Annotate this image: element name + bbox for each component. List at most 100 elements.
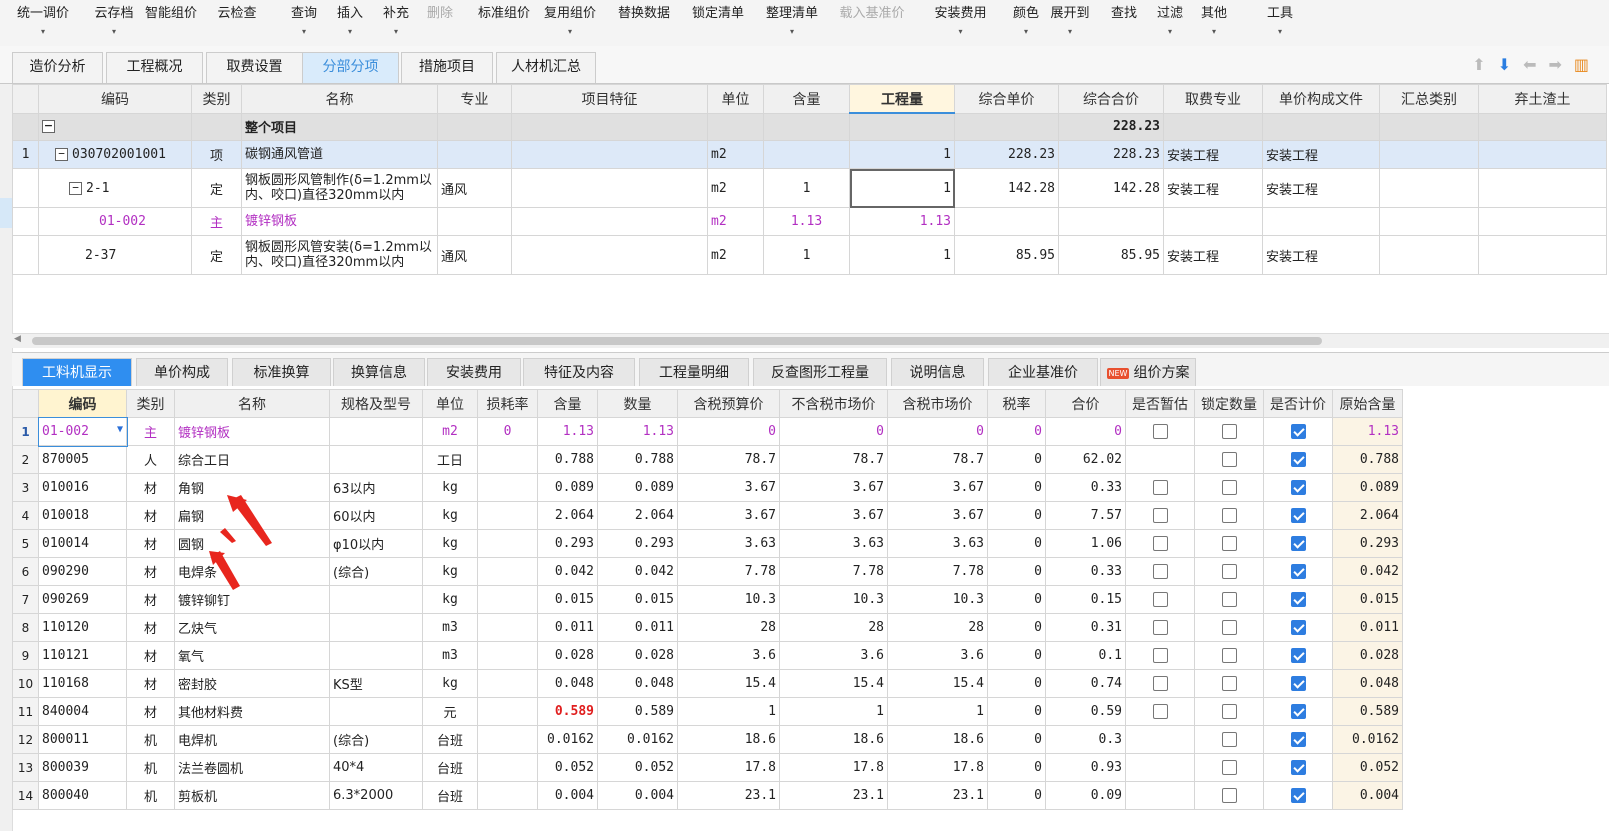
toolbar-button[interactable]: 统一调价 ▾: [8, 2, 78, 42]
checkbox[interactable]: [1152, 592, 1168, 607]
detail-tab[interactable]: NEW 组价方案: [1100, 358, 1196, 386]
code-cell[interactable]: 110121: [38, 641, 127, 670]
dropdown-arrow-icon[interactable]: ▾: [928, 27, 993, 37]
code-cell[interactable]: 01-002: [38, 207, 192, 236]
scroll-left-icon[interactable]: ◀: [14, 334, 21, 344]
content-cell[interactable]: 0.589: [537, 697, 598, 726]
detail-tab[interactable]: 工料机显示: [22, 358, 132, 386]
toolbar-button[interactable]: 复用组价 ▾: [540, 2, 600, 42]
detail-tab[interactable]: 企业基准价: [988, 358, 1098, 386]
quantity-cell[interactable]: 1: [849, 235, 955, 275]
detail-tab[interactable]: 安装费用: [427, 358, 521, 386]
arrow-down-icon[interactable]: ⬇: [1498, 55, 1511, 74]
column-header[interactable]: 编码: [38, 389, 127, 418]
checkbox[interactable]: [1221, 424, 1237, 439]
column-header[interactable]: 损耗率: [477, 389, 538, 418]
expander-cell[interactable]: −: [38, 112, 192, 141]
name-cell[interactable]: 扁钢: [174, 501, 330, 530]
name-cell[interactable]: 镀锌铆钉: [174, 585, 330, 614]
toolbar-button[interactable]: 过滤 ▾: [1150, 2, 1190, 42]
table-row[interactable]: 8 110120 材乙炔气 m3 0.011 0.011 28 28 28 0 0.31 0.011: [12, 613, 1403, 642]
checkbox[interactable]: [1221, 760, 1237, 775]
code-cell[interactable]: 010018: [38, 501, 127, 530]
table-row[interactable]: 2-37 定钢板圆形风管安装(δ=1.2mm以内、咬口)直径320mm以内 通风 m2…: [12, 235, 1607, 275]
code-cell[interactable]: 2-37: [38, 235, 192, 275]
code-cell[interactable]: −2-1: [38, 168, 192, 208]
checkbox[interactable]: [1221, 564, 1237, 579]
collapse-icon[interactable]: −: [42, 120, 55, 134]
toolbar-button[interactable]: 删除: [420, 2, 460, 42]
detail-tab[interactable]: 工程量明细: [639, 358, 749, 386]
table-row[interactable]: 2 870005 人综合工日 工日 0.788 0.788 78.7 78.7 78.7 0 62.…: [12, 445, 1403, 474]
detail-tab[interactable]: 特征及内容: [523, 358, 635, 386]
toolbar-button[interactable]: 锁定清单: [688, 2, 748, 42]
content-cell[interactable]: 0.0162: [537, 725, 598, 754]
checkbox-checked[interactable]: [1290, 452, 1306, 467]
checkbox-checked[interactable]: [1290, 732, 1306, 747]
checkbox-checked[interactable]: [1290, 676, 1306, 691]
checkbox-checked[interactable]: [1290, 508, 1306, 523]
detail-tab[interactable]: 标准换算: [232, 358, 331, 386]
checkbox-checked[interactable]: [1290, 536, 1306, 551]
toolbar-button[interactable]: 展开到 ▾: [1044, 2, 1096, 42]
checkbox-checked[interactable]: [1290, 704, 1306, 719]
column-header[interactable]: 含量: [537, 389, 598, 418]
column-header[interactable]: 不含税市场价: [779, 389, 888, 418]
toolbar-button[interactable]: 云存档 ▾: [88, 2, 140, 42]
table-row[interactable]: 14 800040 机剪板机 6.3*2000 台班 0.004 0.004 23.1 23.1…: [12, 781, 1403, 810]
checkbox[interactable]: [1152, 480, 1168, 495]
table-row[interactable]: 11 840004 材其他材料费元 0.589 0.589 1 1 1 0 0.59 0.589: [12, 697, 1403, 726]
code-cell[interactable]: 800011: [38, 725, 127, 754]
code-cell[interactable]: −030702001001: [38, 140, 192, 169]
detail-tab[interactable]: 反查图形工程量: [753, 358, 887, 386]
dropdown-arrow-icon[interactable]: ▾: [1150, 27, 1190, 37]
column-header[interactable]: 含税市场价: [887, 389, 988, 418]
main-tab[interactable]: 取费设置: [206, 52, 303, 83]
checkbox[interactable]: [1221, 704, 1237, 719]
name-cell[interactable]: 电焊机: [174, 725, 330, 754]
detail-tab[interactable]: 说明信息: [891, 358, 984, 386]
toolbar-button[interactable]: 安装费用 ▾: [928, 2, 993, 42]
checkbox[interactable]: [1152, 536, 1168, 551]
content-cell[interactable]: 0.052: [537, 753, 598, 782]
table-row[interactable]: 1 01-002 ▼ 主镀锌钢板 m2 0 1.13 1.13 0 0 0 0 0 1.13: [12, 416, 1403, 447]
table-row[interactable]: 3 010016 材角钢 63以内 kg 0.089 0.089 3.67 3.67 3.67 0 0…: [12, 473, 1403, 502]
table-row[interactable]: 10 110168 材密封胶 KS型 kg 0.048 0.048 15.4 15.4 15.4 0…: [12, 669, 1403, 698]
table-row[interactable]: 4 010018 材扁钢 60以内 kg 2.064 2.064 3.67 3.67 3.67 0 7…: [12, 501, 1403, 530]
column-header[interactable]: 工程量: [849, 84, 955, 114]
checkbox[interactable]: [1221, 648, 1237, 663]
code-cell[interactable]: 010014: [38, 529, 127, 558]
main-tab[interactable]: 造价分析: [12, 52, 103, 83]
name-cell[interactable]: 钢板圆形风管制作(δ=1.2mm以内、咬口)直径320mm以内: [241, 168, 438, 208]
dropdown-arrow-icon[interactable]: ▾: [1194, 27, 1234, 37]
toolbar-button[interactable]: 载入基准价: [832, 2, 912, 42]
checkbox[interactable]: [1221, 536, 1237, 551]
scrollbar-thumb[interactable]: [32, 337, 1322, 345]
column-header[interactable]: 是否计价: [1263, 389, 1333, 418]
checkbox-checked[interactable]: [1290, 788, 1306, 803]
content-cell[interactable]: 1.13: [537, 417, 598, 446]
dropdown-arrow-icon[interactable]: ▾: [376, 27, 416, 37]
name-cell[interactable]: 综合工日: [174, 445, 330, 474]
name-cell[interactable]: 角钢: [174, 473, 330, 502]
table-row[interactable]: −2-1 定钢板圆形风管制作(δ=1.2mm以内、咬口)直径320mm以内 通风 m2…: [12, 168, 1607, 208]
quantity-cell[interactable]: 1: [849, 140, 955, 169]
content-cell[interactable]: 2.064: [537, 501, 598, 530]
toolbar-button[interactable]: 查询 ▾: [284, 2, 324, 42]
table-row[interactable]: 5 010014 材圆钢 φ10以内 kg 0.293 0.293 3.63 3.63 3.63 0…: [12, 529, 1403, 558]
table-row[interactable]: 01-002 主镀锌钢板 m2 1.13 1.13: [12, 207, 1607, 236]
name-cell[interactable]: 钢板圆形风管安装(δ=1.2mm以内、咬口)直径320mm以内: [241, 235, 438, 275]
detail-tab[interactable]: 换算信息: [333, 358, 425, 386]
dropdown-arrow-icon[interactable]: ▾: [762, 27, 822, 37]
code-cell[interactable]: 090290: [38, 557, 127, 586]
column-header[interactable]: 类别: [126, 389, 175, 418]
code-cell[interactable]: 800039: [38, 753, 127, 782]
dropdown-arrow-icon[interactable]: ▾: [8, 27, 78, 37]
checkbox-checked[interactable]: [1290, 760, 1306, 775]
checkbox-checked[interactable]: [1290, 424, 1306, 439]
toolbar-button[interactable]: 工具 ▾: [1260, 2, 1300, 42]
quantity-cell[interactable]: 1: [849, 168, 955, 208]
checkbox[interactable]: [1152, 564, 1168, 579]
column-header[interactable]: 原始含量: [1332, 389, 1403, 418]
checkbox-checked[interactable]: [1290, 480, 1306, 495]
